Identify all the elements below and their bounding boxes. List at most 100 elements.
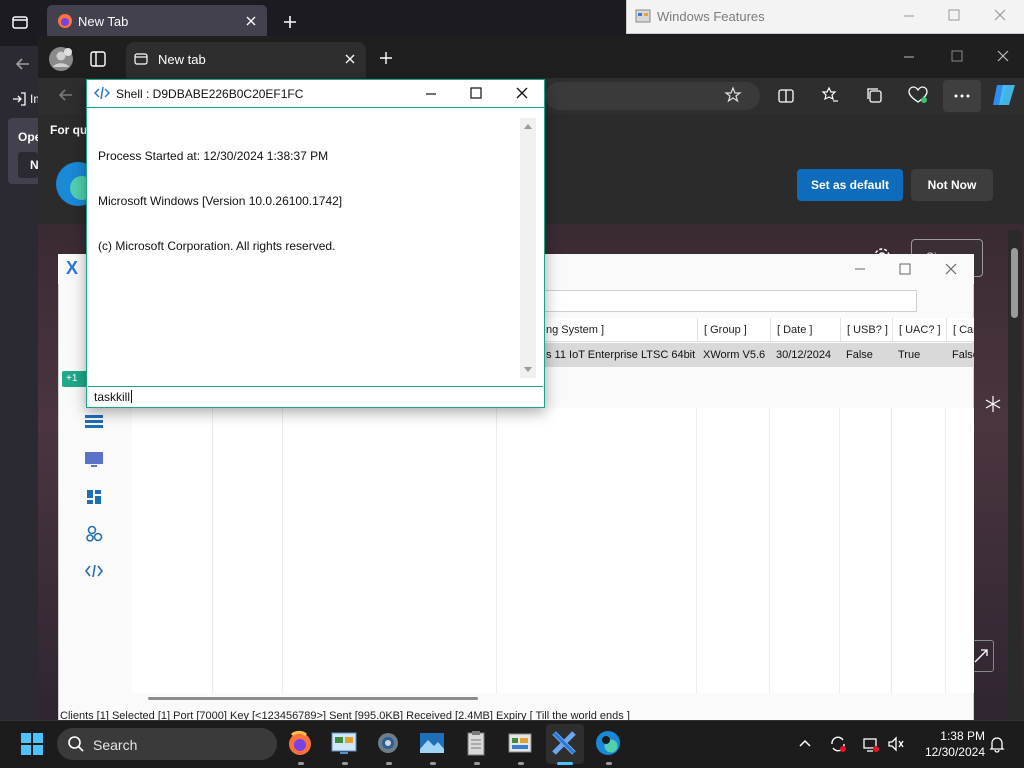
- notification-bell-icon[interactable]: [988, 735, 1006, 753]
- edge-tab-title: New tab: [158, 52, 206, 67]
- firefox-taskbar-icon[interactable]: [286, 729, 316, 759]
- minimize-icon[interactable]: [424, 87, 438, 101]
- code-icon: [94, 86, 110, 100]
- edge-taskbar-icon[interactable]: [594, 729, 624, 759]
- sync-status-icon[interactable]: [829, 735, 847, 753]
- close-icon[interactable]: [996, 49, 1010, 63]
- text-caret: [131, 390, 132, 403]
- clients-count-badge: +1: [62, 371, 88, 387]
- settings-cogs-icon[interactable]: [84, 525, 106, 545]
- table-row[interactable]: s 11 IoT Enterprise LTSC 64bit XWorm V5.…: [540, 343, 974, 367]
- firefox-tab-title: New Tab: [78, 14, 129, 29]
- edge-logo-icon: [56, 160, 88, 210]
- more-dots-icon: [954, 94, 970, 98]
- windows-start-icon[interactable]: [21, 733, 43, 755]
- set-as-default-button[interactable]: Set as default: [797, 169, 903, 201]
- column-divider: [891, 408, 892, 693]
- clients-table-header: ng System ] [ Group ] [ Date ] [ USB? ] …: [540, 318, 974, 342]
- new-tab-plus-icon[interactable]: [282, 14, 298, 30]
- code-icon[interactable]: [84, 562, 106, 582]
- column-divider: [696, 408, 697, 693]
- back-arrow-icon[interactable]: [57, 86, 75, 104]
- scroll-down-arrow-icon[interactable]: [523, 366, 533, 374]
- firefox-logo-icon: [57, 13, 73, 29]
- taskbar-search-box[interactable]: [57, 728, 277, 760]
- close-tab-icon[interactable]: [244, 14, 258, 28]
- running-indicator: [298, 762, 304, 765]
- column-divider: [839, 408, 840, 693]
- column-camera[interactable]: [ Cam: [946, 318, 974, 342]
- shell-title: Shell : D9DBABE226B0C20EF1FC: [116, 87, 304, 101]
- close-icon[interactable]: [944, 262, 958, 276]
- running-indicator: [342, 762, 348, 765]
- profile-avatar-icon[interactable]: [48, 46, 74, 72]
- cell-uac: True: [898, 349, 921, 361]
- column-group[interactable]: [ Group ]: [697, 318, 770, 342]
- shell-command-input[interactable]: [88, 386, 543, 406]
- column-divider: [769, 408, 770, 693]
- favorites-icon[interactable]: [821, 86, 839, 104]
- clients-list-area[interactable]: [132, 408, 974, 693]
- back-arrow-icon[interactable]: [14, 55, 32, 73]
- running-indicator: [518, 762, 524, 765]
- column-usb[interactable]: [ USB? ]: [840, 318, 892, 342]
- control-panel-taskbar-icon[interactable]: [330, 729, 360, 759]
- maximize-icon[interactable]: [898, 262, 912, 276]
- close-tab-icon[interactable]: [344, 53, 356, 65]
- volume-muted-icon[interactable]: [887, 736, 905, 752]
- windows-features-title: Windows Features: [657, 9, 765, 24]
- copilot-icon[interactable]: [991, 83, 1017, 107]
- windows-features-taskbar-icon[interactable]: [506, 729, 536, 759]
- list-view-icon[interactable]: [84, 414, 106, 434]
- cell-group: XWorm V5.6: [703, 349, 766, 361]
- edge-scroll-thumb[interactable]: [1011, 248, 1018, 318]
- weather-snow-icon: [985, 395, 1001, 413]
- maximize-icon[interactable]: [950, 49, 964, 63]
- favorite-star-icon[interactable]: [724, 86, 742, 104]
- column-divider: [945, 408, 946, 693]
- cell-operating-system: s 11 IoT Enterprise LTSC 64bit: [546, 349, 696, 361]
- default-browser-message: For qu: [50, 123, 88, 137]
- import-label[interactable]: Im: [30, 92, 38, 106]
- xworm-logo-icon: X: [66, 258, 79, 278]
- network-icon[interactable]: [862, 735, 880, 753]
- shell-output-line: Microsoft Windows [Version 10.0.26100.17…: [98, 194, 343, 208]
- shell-output-scrollbar[interactable]: [520, 118, 536, 378]
- scroll-up-arrow-icon[interactable]: [523, 122, 533, 130]
- monitor-icon[interactable]: [84, 451, 106, 471]
- split-screen-icon[interactable]: [777, 87, 795, 105]
- running-indicator: [474, 762, 480, 765]
- clock-date[interactable]: 12/30/2024: [905, 745, 985, 759]
- not-now-button[interactable]: Not Now: [911, 169, 993, 201]
- column-date[interactable]: [ Date ]: [770, 318, 840, 342]
- clients-horizontal-scrollbar[interactable]: [148, 697, 478, 700]
- column-divider: [212, 408, 213, 693]
- new-tab-plus-icon[interactable]: [378, 50, 394, 66]
- column-uac[interactable]: [ UAC? ]: [892, 318, 946, 342]
- running-indicator: [386, 762, 392, 765]
- browser-essentials-icon[interactable]: [908, 86, 928, 104]
- column-divider: [282, 408, 283, 693]
- landscape-app-taskbar-icon[interactable]: [418, 729, 448, 759]
- import-icon[interactable]: [12, 92, 26, 106]
- close-icon[interactable]: [515, 86, 529, 100]
- column-operating-system[interactable]: ng System ]: [540, 318, 697, 342]
- minimize-icon[interactable]: [902, 50, 916, 64]
- tab-list-icon[interactable]: [10, 12, 30, 32]
- maximize-icon[interactable]: [469, 86, 483, 100]
- tray-overflow-chevron-icon[interactable]: [798, 737, 812, 749]
- minimize-icon[interactable]: [902, 9, 916, 23]
- dashboard-icon[interactable]: [84, 488, 106, 508]
- cell-date: 30/12/2024: [776, 349, 832, 361]
- close-icon[interactable]: [993, 8, 1007, 22]
- settings-taskbar-icon[interactable]: [374, 729, 404, 759]
- tab-actions-icon[interactable]: [89, 50, 107, 68]
- collections-icon[interactable]: [865, 86, 883, 104]
- minimize-icon[interactable]: [853, 262, 867, 276]
- clipboard-taskbar-icon[interactable]: [462, 729, 492, 759]
- shell-output-line: (c) Microsoft Corporation. All rights re…: [98, 239, 336, 253]
- maximize-icon[interactable]: [947, 8, 961, 22]
- clock-time[interactable]: 1:38 PM: [915, 729, 985, 743]
- xworm-taskbar-icon[interactable]: [550, 729, 580, 759]
- xworm-filter-input[interactable]: [540, 290, 917, 312]
